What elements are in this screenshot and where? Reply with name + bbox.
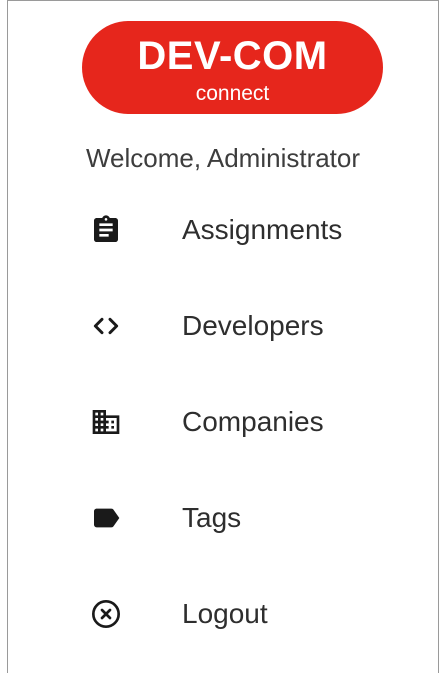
brand-subtitle: connect [195,82,270,105]
nav-item-developers[interactable]: Developers [8,294,438,358]
welcome-text: Welcome, Administrator [85,143,361,173]
clipboard-icon [86,210,126,250]
nav-label-developers: Developers [182,310,324,341]
brand-title: DEV-COM [137,34,328,78]
nav-item-assignments[interactable]: Assignments [8,198,438,262]
nav-item-companies[interactable]: Companies [8,390,438,454]
tag-icon [86,498,126,538]
nav-label-assignments: Assignments [182,214,343,245]
close-circle-icon [86,594,126,634]
nav-item-tags[interactable]: Tags [8,486,438,550]
sidebar: DEV-COM connect Welcome, Administrator A… [7,0,439,673]
nav-label-companies: Companies [182,406,324,437]
brand-logo[interactable]: DEV-COM connect [82,21,383,114]
nav-label-logout: Logout [182,598,268,629]
code-icon [86,306,126,346]
nav-label-tags: Tags [182,502,242,533]
nav-item-logout[interactable]: Logout [8,582,438,646]
building-icon [86,402,126,442]
